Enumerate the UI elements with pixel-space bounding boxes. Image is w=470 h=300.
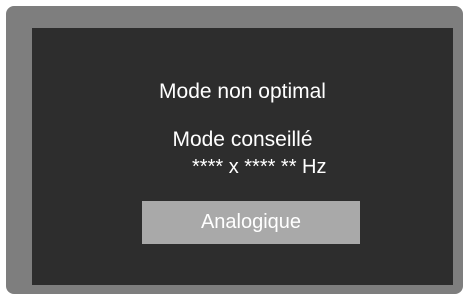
page: Mode non optimal Mode conseillé **** x *… bbox=[0, 0, 470, 300]
osd-title: Mode non optimal bbox=[159, 80, 326, 103]
recommended-resolution-value: **** x **** ** Hz bbox=[192, 156, 327, 178]
input-source-button[interactable]: Analogique bbox=[142, 201, 360, 244]
recommended-mode-label: Mode conseillé bbox=[172, 128, 313, 151]
monitor-osd-frame: Mode non optimal Mode conseillé **** x *… bbox=[6, 6, 463, 294]
osd-message-panel: Mode non optimal Mode conseillé **** x *… bbox=[32, 28, 453, 285]
